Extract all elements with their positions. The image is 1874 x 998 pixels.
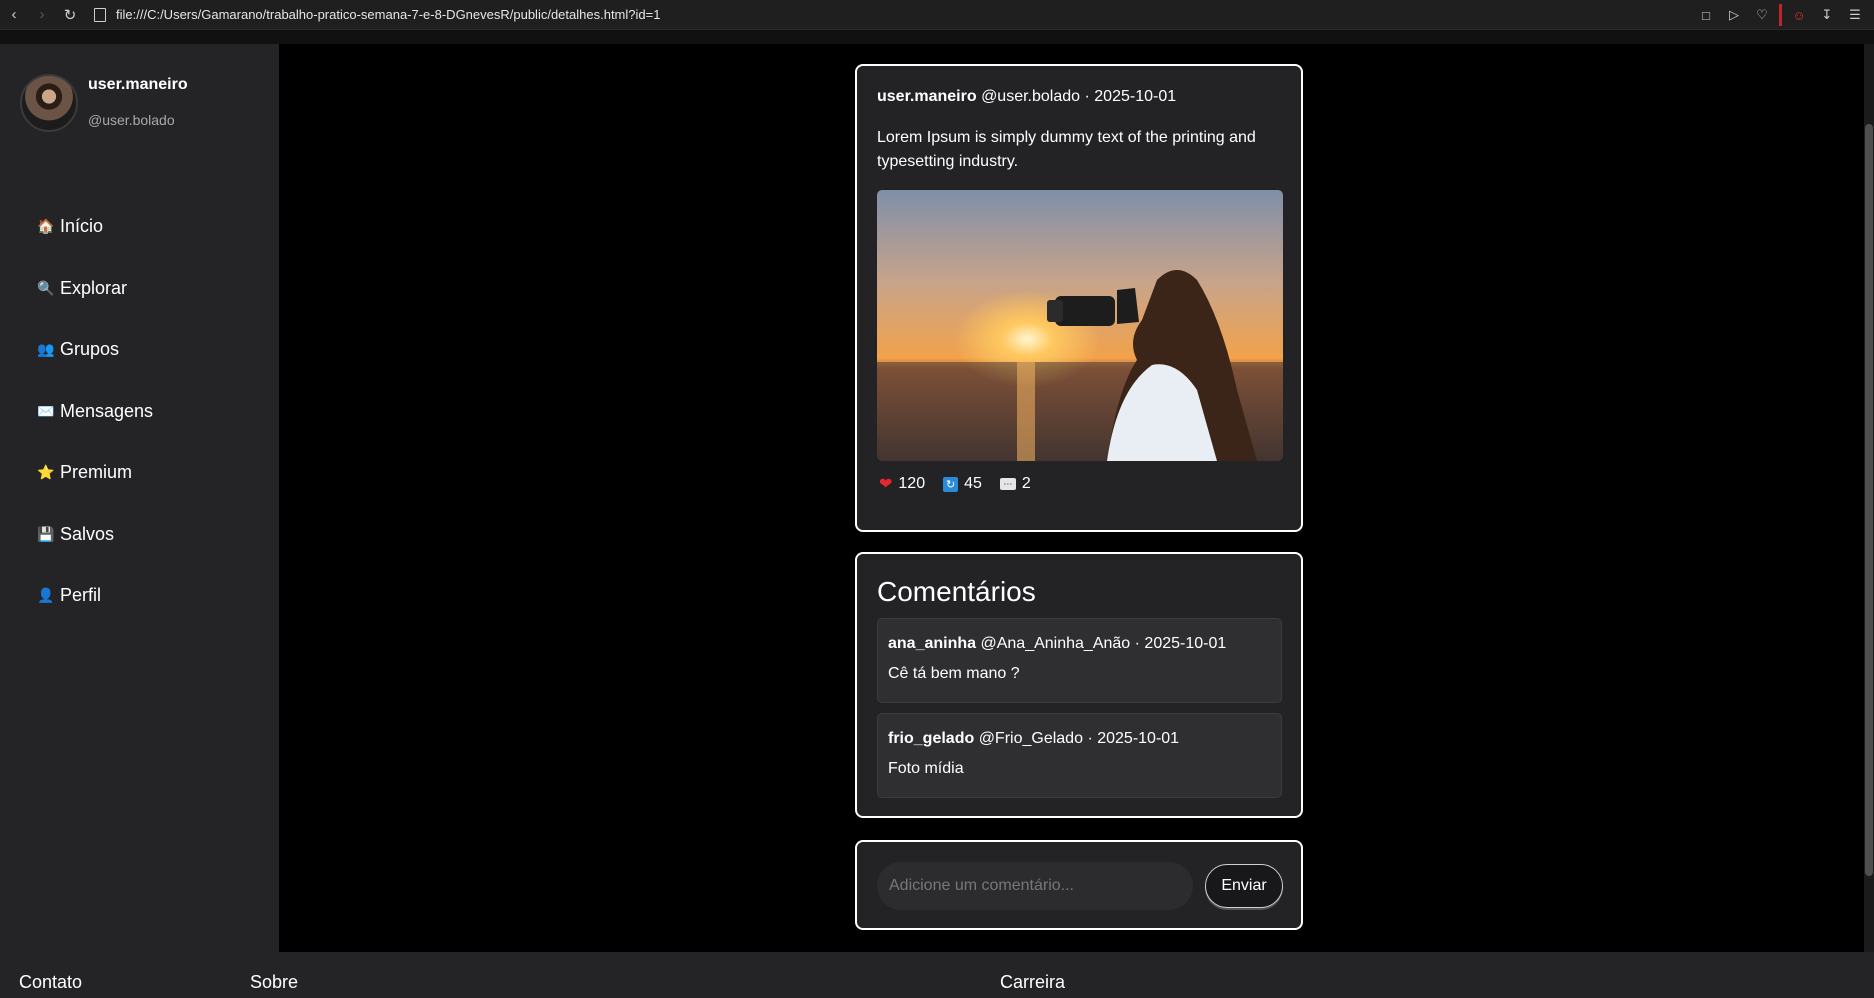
profile-handle: @user.bolado <box>88 112 175 128</box>
sidebar-item-perfil[interactable]: 👤 Perfil <box>36 565 153 627</box>
footer-link-about[interactable]: Sobre <box>250 972 298 993</box>
comment-text: Cê tá bem mano ? <box>888 665 1020 682</box>
scrollbar-thumb[interactable] <box>1865 124 1873 876</box>
send-button[interactable]: Enviar <box>1205 864 1283 908</box>
download-icon[interactable]: ↧ <box>1814 2 1840 28</box>
sidebar-item-label: Salvos <box>60 523 115 544</box>
star-icon: ⭐ <box>37 464 55 481</box>
footer-link-contact[interactable]: Contato <box>19 972 82 993</box>
sidebar-item-label: Início <box>60 216 104 237</box>
screenshot-icon[interactable]: □ <box>1693 2 1719 28</box>
browser-toolbar: ‹ › ↻ file:///C:/Users/Gamarano/trabalho… <box>0 0 1874 30</box>
comment-date: 2025-10-01 <box>1144 635 1227 652</box>
heart-outline-icon[interactable]: ♡ <box>1749 2 1775 28</box>
footer: Contato Sobre Carreira <box>0 952 1874 998</box>
profile-name: user.maneiro <box>88 76 188 93</box>
forward-icon[interactable]: › <box>28 1 56 29</box>
url-text[interactable]: file:///C:/Users/Gamarano/trabalho-prati… <box>116 7 660 22</box>
sidebar-item-label: Explorar <box>60 277 128 298</box>
reload-icon[interactable]: ↻ <box>56 1 84 29</box>
account-icon[interactable]: ☺ <box>1786 2 1812 28</box>
sidebar-item-label: Grupos <box>60 339 120 360</box>
date-separator: · <box>1134 635 1140 652</box>
comment-compose-card: Enviar <box>855 840 1303 930</box>
comments-title: Comentários <box>877 576 1036 607</box>
sidebar-item-grupos[interactable]: 👥 Grupos <box>36 319 153 381</box>
heart-icon[interactable]: ❤ <box>879 474 892 494</box>
comments-count: 2 <box>1021 475 1031 492</box>
repost-icon[interactable]: ↻ <box>943 476 959 492</box>
post-image[interactable] <box>877 190 1283 461</box>
comments-card: Comentários ana_aninha @Ana_Aninha_Anão … <box>855 552 1303 818</box>
profile-summary[interactable]: user.maneiro @user.bolado <box>20 74 188 132</box>
post-stats: ❤ 120 ↻ 45 ⋯ 2 <box>879 474 1031 494</box>
comment-author-name[interactable]: frio_gelado <box>888 730 974 747</box>
sidebar-item-premium[interactable]: ⭐ Premium <box>36 442 153 504</box>
menu-icon[interactable]: ☰ <box>1842 2 1868 28</box>
browser-actions: □ ▷ ♡ ☺ ↧ ☰ <box>1693 0 1868 30</box>
post-meta: user.maneiro @user.bolado · 2025-10-01 <box>877 88 1176 106</box>
sunset-photographer-image <box>877 190 1283 461</box>
likes-count: 120 <box>898 475 926 492</box>
tab-strip <box>0 30 1874 44</box>
footer-link-careers[interactable]: Carreira <box>1000 972 1065 993</box>
comment-item: frio_gelado @Frio_Gelado · 2025-10-01 Fo… <box>877 713 1282 798</box>
date-separator: · <box>1087 730 1093 747</box>
sidebar-item-explorar[interactable]: 🔍 Explorar <box>36 258 153 320</box>
sidebar-item-label: Perfil <box>60 585 102 606</box>
comment-bubble-icon[interactable]: ⋯ <box>999 478 1016 490</box>
house-icon: 🏠 <box>37 218 55 235</box>
post-card: user.maneiro @user.bolado · 2025-10-01 L… <box>855 64 1303 532</box>
divider <box>1779 4 1782 26</box>
post-text: Lorem Ipsum is simply dummy text of the … <box>877 129 1256 170</box>
address-bar[interactable]: file:///C:/Users/Gamarano/trabalho-prati… <box>94 7 660 22</box>
comment-item: ana_aninha @Ana_Aninha_Anão · 2025-10-01… <box>877 618 1282 703</box>
play-icon[interactable]: ▷ <box>1721 2 1747 28</box>
comment-author-handle[interactable]: @Ana_Aninha_Anão <box>980 635 1130 652</box>
comment-text: Foto mídia <box>888 760 964 777</box>
person-icon: 👤 <box>37 587 55 604</box>
people-icon: 👥 <box>37 341 55 358</box>
comment-input[interactable] <box>877 862 1193 910</box>
comment-author-handle[interactable]: @Frio_Gelado <box>979 730 1083 747</box>
sidebar-item-label: Mensagens <box>60 400 154 421</box>
floppy-disk-icon: 💾 <box>37 525 55 542</box>
envelope-icon: ✉️ <box>37 402 55 419</box>
sidebar-item-mensagens[interactable]: ✉️ Mensagens <box>36 381 153 443</box>
post-author-name[interactable]: user.maneiro <box>877 88 977 105</box>
sidebar-item-label: Premium <box>60 462 133 483</box>
date-separator: · <box>1084 88 1090 105</box>
comment-author-name[interactable]: ana_aninha <box>888 635 976 652</box>
scrollbar[interactable] <box>1864 44 1874 952</box>
main-content: user.maneiro @user.bolado · 2025-10-01 L… <box>279 44 1864 952</box>
magnifier-icon: 🔍 <box>37 279 55 296</box>
sidebar-item-inicio[interactable]: 🏠 Início <box>36 196 153 258</box>
reposts-count: 45 <box>964 475 982 492</box>
sidebar-item-salvos[interactable]: 💾 Salvos <box>36 504 153 566</box>
post-author-handle[interactable]: @user.bolado <box>981 88 1080 105</box>
back-icon[interactable]: ‹ <box>0 1 28 29</box>
file-icon <box>94 7 106 22</box>
post-date: 2025-10-01 <box>1094 88 1177 105</box>
sidebar: user.maneiro @user.bolado 🏠 Início 🔍 Exp… <box>0 44 279 952</box>
comment-date: 2025-10-01 <box>1097 730 1180 747</box>
avatar[interactable] <box>20 74 78 132</box>
sidebar-nav: 🏠 Início 🔍 Explorar 👥 Grupos ✉️ Mensagen… <box>36 196 153 627</box>
